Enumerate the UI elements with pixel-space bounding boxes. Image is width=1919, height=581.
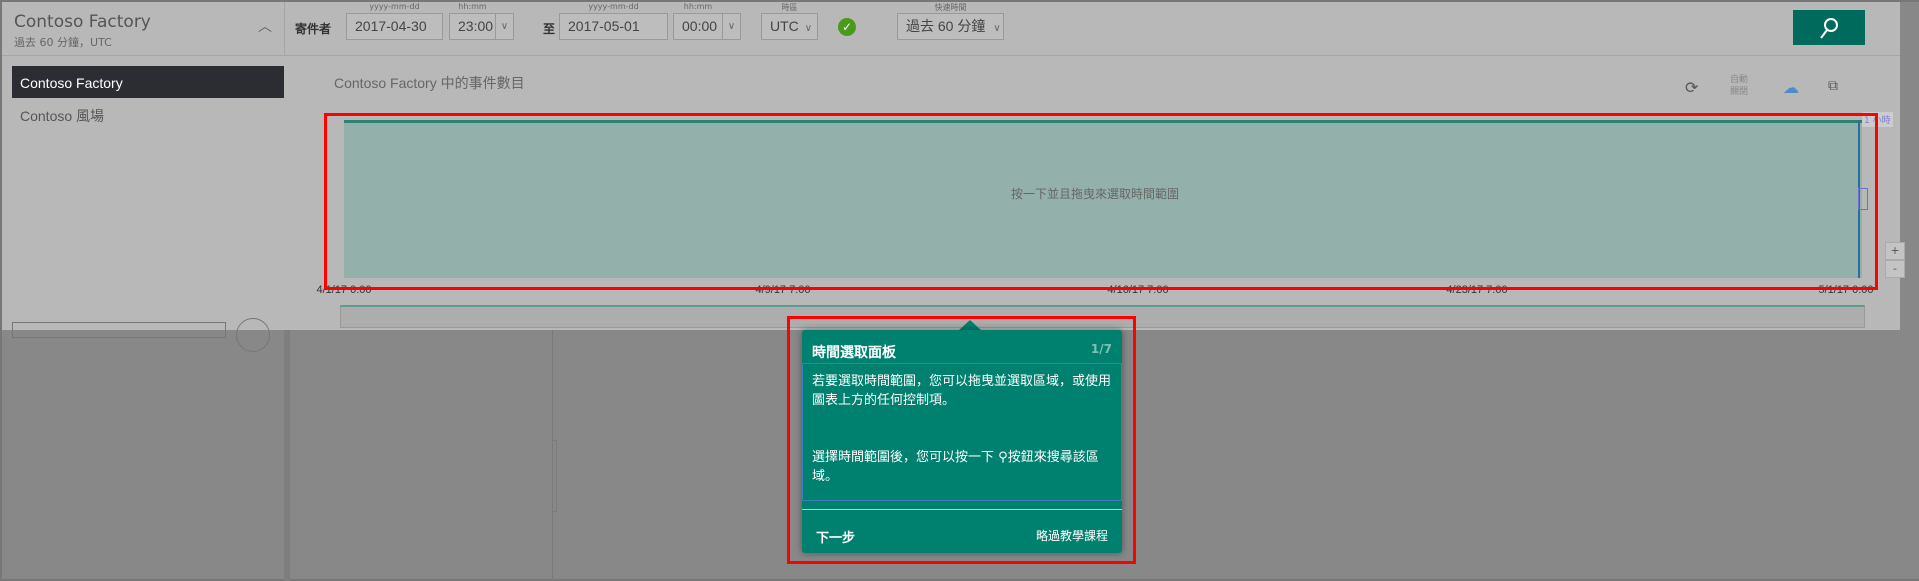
auto-off-toggle[interactable]: 自動關閉 bbox=[1730, 74, 1752, 98]
zoom-out-button[interactable]: - bbox=[1885, 260, 1905, 278]
search-icon: ⚲ bbox=[998, 450, 1008, 465]
resize-handle[interactable] bbox=[552, 440, 557, 512]
cloud-icon[interactable]: ☁ bbox=[1783, 78, 1799, 97]
time-hint: hh:mm bbox=[458, 2, 487, 11]
from-time-input[interactable]: 23:00 ∨ bbox=[449, 13, 514, 40]
sidebar-item-contoso-factory[interactable]: Contoso Factory bbox=[12, 66, 284, 98]
chart-title: Contoso Factory 中的事件數目 bbox=[334, 75, 525, 91]
tooltip-title: 時間選取面板 bbox=[812, 345, 896, 361]
time-hint: hh:mm bbox=[683, 2, 713, 11]
environment-title: Contoso Factory bbox=[14, 12, 151, 32]
divider bbox=[2, 55, 1900, 56]
highlight-box bbox=[324, 113, 1878, 290]
from-date-input[interactable]: 2017-04-30 bbox=[346, 13, 443, 40]
date-hint: yyyy-mm-dd bbox=[588, 2, 639, 11]
skip-tutorial-link[interactable]: 略過教學課程 bbox=[1036, 527, 1108, 544]
tooltip-text: 選擇時間範圍後，您可以按一下 ⚲按鈕來搜尋該區域。 bbox=[812, 448, 1112, 486]
search-button[interactable] bbox=[1793, 10, 1865, 45]
chevron-down-icon[interactable]: ∨ bbox=[722, 14, 740, 39]
zoom-in-button[interactable]: + bbox=[1885, 242, 1905, 260]
quick-time-select[interactable]: 過去 60 分鐘 ∨ bbox=[897, 13, 1004, 40]
divider bbox=[802, 509, 1122, 510]
search-icon bbox=[1820, 17, 1838, 39]
copy-icon[interactable]: ⧉ bbox=[1828, 78, 1838, 94]
timezone-value: UTC bbox=[770, 18, 799, 34]
date-hint: yyyy-mm-dd bbox=[369, 2, 420, 11]
tooltip-text-pre: 選擇時間範圍後，您可以按一下 bbox=[812, 450, 995, 465]
tooltip-body: 若要選取時間範圍，您可以拖曳並選取區域，或使用圖表上方的任何控制項。 選擇時間範… bbox=[802, 363, 1122, 501]
chevron-down-icon[interactable]: ∨ bbox=[495, 14, 513, 39]
tooltip-text: 若要選取時間範圍，您可以拖曳並選取區域，或使用圖表上方的任何控制項。 bbox=[812, 374, 1112, 408]
divider bbox=[284, 2, 285, 55]
to-date-input[interactable]: 2017-05-01 bbox=[559, 13, 668, 40]
to-label: 至 bbox=[543, 22, 556, 36]
column-divider bbox=[284, 330, 290, 581]
chevron-down-icon: ∨ bbox=[804, 23, 813, 34]
chevron-up-icon[interactable]: ︿ bbox=[258, 16, 272, 36]
sidebar-item-contoso-wind-farm[interactable]: Contoso 風場 bbox=[20, 106, 104, 126]
tutorial-tooltip: 時間選取面板 1/7 若要選取時間範圍，您可以拖曳並選取區域，或使用圖表上方的任… bbox=[802, 330, 1122, 553]
from-time-value: 23:00 bbox=[458, 18, 494, 34]
quick-time-value: 過去 60 分鐘 bbox=[906, 18, 986, 34]
environment-subtitle: 過去 60 分鐘，UTC bbox=[14, 36, 112, 49]
download-icon bbox=[236, 318, 270, 352]
dimmed-select bbox=[12, 322, 226, 338]
quick-time-hint: 快速時間 bbox=[934, 3, 967, 12]
refresh-icon[interactable]: ⟳ bbox=[1685, 78, 1698, 97]
tooltip-step: 1/7 bbox=[1090, 342, 1112, 356]
timezone-select[interactable]: UTC ∨ bbox=[761, 13, 818, 40]
to-time-value: 00:00 bbox=[682, 18, 718, 34]
check-circle-icon: ✓ bbox=[838, 18, 856, 36]
next-button[interactable]: 下一步 bbox=[816, 527, 855, 546]
chevron-down-icon: ∨ bbox=[993, 23, 1001, 34]
timezone-hint: 時區 bbox=[781, 3, 798, 12]
from-label: 寄件者 bbox=[295, 22, 332, 36]
to-time-input[interactable]: 00:00 ∨ bbox=[673, 13, 741, 40]
